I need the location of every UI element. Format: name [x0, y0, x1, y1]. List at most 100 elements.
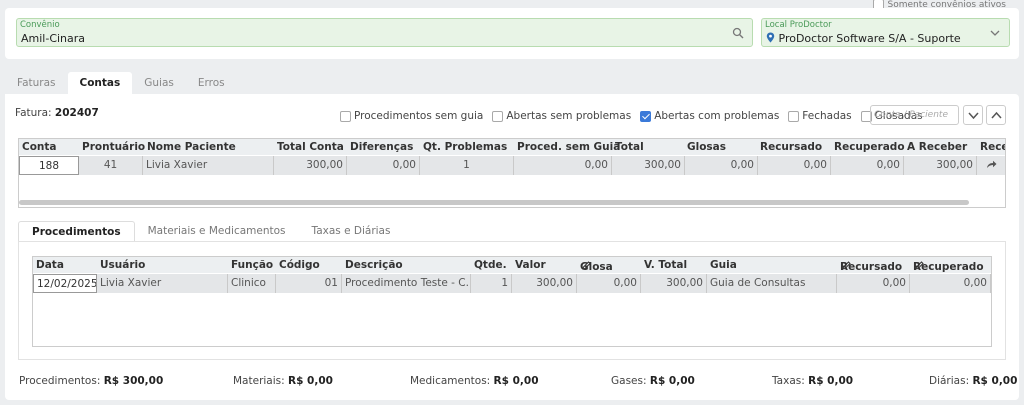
cell-glosa[interactable]: 0,00: [577, 274, 641, 293]
col-guia[interactable]: Guia: [710, 259, 737, 271]
filter-label: Fechadas: [802, 110, 852, 122]
tab-guias[interactable]: Guias: [132, 72, 186, 94]
tab-faturas[interactable]: Faturas: [5, 72, 68, 94]
col-conta[interactable]: Conta: [22, 141, 57, 153]
horizontal-scrollbar[interactable]: [19, 200, 969, 205]
chevron-down-icon[interactable]: [989, 27, 1001, 39]
col-recursado[interactable]: Recursado: [840, 259, 902, 273]
cell-nome-paciente[interactable]: Livia Xavier: [143, 156, 274, 175]
total-value: R$ 0,00: [808, 375, 854, 387]
search-conta-paciente-input[interactable]: Conta / Paciente: [870, 105, 959, 125]
col-proced-sem-guia[interactable]: Proced. sem Guia: [517, 141, 620, 153]
convenio-field[interactable]: Convênio Amil-Cinara: [16, 18, 753, 47]
col-recuperado[interactable]: Recuperado: [834, 141, 905, 153]
checkbox-checked[interactable]: [640, 110, 652, 122]
col-glosa[interactable]: Glosa: [580, 259, 613, 273]
col-total-conta[interactable]: Total Conta: [277, 141, 344, 153]
filter-abertas-com-problemas[interactable]: Abertas com problemas: [640, 110, 779, 122]
col-valor[interactable]: Valor: [515, 259, 546, 271]
tab-procedimentos[interactable]: Procedimentos: [18, 221, 135, 242]
cell-v-total[interactable]: 300,00: [641, 274, 707, 293]
checkbox[interactable]: [340, 110, 351, 122]
local-value-text: ProDoctor Software S/A - Suporte: [778, 32, 961, 45]
table-row[interactable]: 12/02/2025 Livia Xavier Clinico 01 Proce…: [33, 274, 991, 293]
cell-a-receber[interactable]: 300,00: [904, 156, 977, 175]
fatura-number: 202407: [54, 107, 99, 119]
contas-table-header: Conta Prontuário Nome Paciente Total Con…: [19, 139, 1005, 155]
cell-recursado[interactable]: 0,00: [837, 274, 910, 293]
cell-recursado[interactable]: 0,00: [758, 156, 831, 175]
col-descricao[interactable]: Descrição: [345, 259, 403, 271]
local-field[interactable]: Local ProDoctor ProDoctor Software S/A -…: [761, 18, 1010, 47]
checkbox[interactable]: [788, 110, 800, 122]
col-prontuario[interactable]: Prontuário: [82, 141, 145, 153]
total-taxas: Taxas: R$ 0,00: [772, 375, 853, 387]
cell-qtde[interactable]: 1: [471, 274, 512, 293]
checkbox[interactable]: [492, 110, 504, 122]
col-total[interactable]: Total: [615, 141, 644, 153]
total-label: Materiais:: [233, 375, 285, 387]
filter-abertas-sem-problemas[interactable]: Abertas sem problemas: [492, 110, 631, 122]
total-label: Taxas:: [772, 375, 805, 387]
cell-data[interactable]: 12/02/2025: [33, 274, 97, 293]
cell-guia[interactable]: Guia de Consultas: [707, 274, 837, 293]
col-qt-problemas[interactable]: Qt. Problemas: [423, 141, 507, 153]
cell-prontuario[interactable]: 41: [79, 156, 143, 175]
cell-action[interactable]: [977, 156, 1005, 175]
cell-recuperado[interactable]: 0,00: [831, 156, 904, 175]
filter-procedimentos-sem-guia[interactable]: Procedimentos sem guia: [340, 110, 483, 122]
table-row[interactable]: 188 41 Livia Xavier 300,00 0,00 1 0,00 3…: [19, 156, 1005, 175]
col-recursado[interactable]: Recursado: [760, 141, 822, 153]
cell-descricao[interactable]: Procedimento Teste - C...: [342, 274, 471, 293]
chevron-down-icon: [968, 112, 979, 120]
col-codigo[interactable]: Código: [279, 259, 320, 271]
col-recuperado[interactable]: Recuperado: [913, 259, 984, 273]
tab-erros[interactable]: Erros: [186, 72, 237, 94]
tab-contas[interactable]: Contas: [67, 72, 133, 94]
fatura-info: Fatura: 202407: [15, 107, 99, 119]
total-gases: Gases: R$ 0,00: [611, 375, 695, 387]
cell-qt-problemas[interactable]: 1: [420, 156, 514, 175]
share-arrow-icon[interactable]: [986, 160, 997, 169]
tab-materiais-medicamentos[interactable]: Materiais e Medicamentos: [135, 221, 299, 242]
cell-conta[interactable]: 188: [19, 156, 79, 175]
total-medicamentos: Medicamentos: R$ 0,00: [410, 375, 539, 387]
cell-diferencas[interactable]: 0,00: [347, 156, 420, 175]
col-data[interactable]: Data: [36, 259, 64, 271]
cell-usuario[interactable]: Livia Xavier: [97, 274, 228, 293]
cell-codigo[interactable]: 01: [276, 274, 342, 293]
col-v-total[interactable]: V. Total: [644, 259, 687, 271]
total-procedimentos: Procedimentos: R$ 300,00: [19, 375, 163, 387]
filter-label: Abertas com problemas: [654, 110, 780, 122]
total-value: R$ 0,00: [649, 375, 695, 387]
col-glosa-label: Glosa: [580, 261, 613, 273]
procedimentos-table-header: Data Usuário Função Código Descrição Qtd…: [33, 257, 991, 273]
filter-fechadas[interactable]: Fechadas: [788, 110, 852, 122]
cell-total[interactable]: 300,00: [612, 156, 685, 175]
cell-recuperado[interactable]: 0,00: [910, 274, 991, 293]
col-receber-cut[interactable]: Rece: [980, 141, 1005, 153]
col-qtde[interactable]: Qtde.: [474, 259, 507, 271]
cell-glosas[interactable]: 0,00: [685, 156, 758, 175]
cell-funcao[interactable]: Clinico: [228, 274, 276, 293]
total-value: R$ 300,00: [103, 375, 164, 387]
col-diferencas[interactable]: Diferenças: [350, 141, 413, 153]
col-glosas[interactable]: Glosas: [687, 141, 726, 153]
main-tabs: Faturas Contas Guias Erros: [5, 72, 237, 94]
tab-taxas-diarias[interactable]: Taxas e Diárias: [299, 221, 404, 242]
col-nome-paciente[interactable]: Nome Paciente: [147, 141, 236, 153]
contas-table: Conta Prontuário Nome Paciente Total Con…: [18, 138, 1006, 208]
total-value: R$ 0,00: [493, 375, 539, 387]
total-label: Procedimentos:: [19, 375, 101, 387]
cell-proced-sem-guia[interactable]: 0,00: [514, 156, 612, 175]
col-a-receber[interactable]: A Receber: [907, 141, 967, 153]
col-recuperado-label: Recuperado: [913, 261, 984, 273]
convenio-value[interactable]: Amil-Cinara: [21, 32, 85, 45]
previous-button[interactable]: [986, 105, 1006, 125]
col-usuario[interactable]: Usuário: [100, 259, 145, 271]
col-funcao[interactable]: Função: [231, 259, 273, 271]
cell-valor[interactable]: 300,00: [512, 274, 577, 293]
cell-total-conta[interactable]: 300,00: [274, 156, 347, 175]
next-button[interactable]: [963, 105, 983, 125]
search-icon[interactable]: [732, 27, 744, 39]
